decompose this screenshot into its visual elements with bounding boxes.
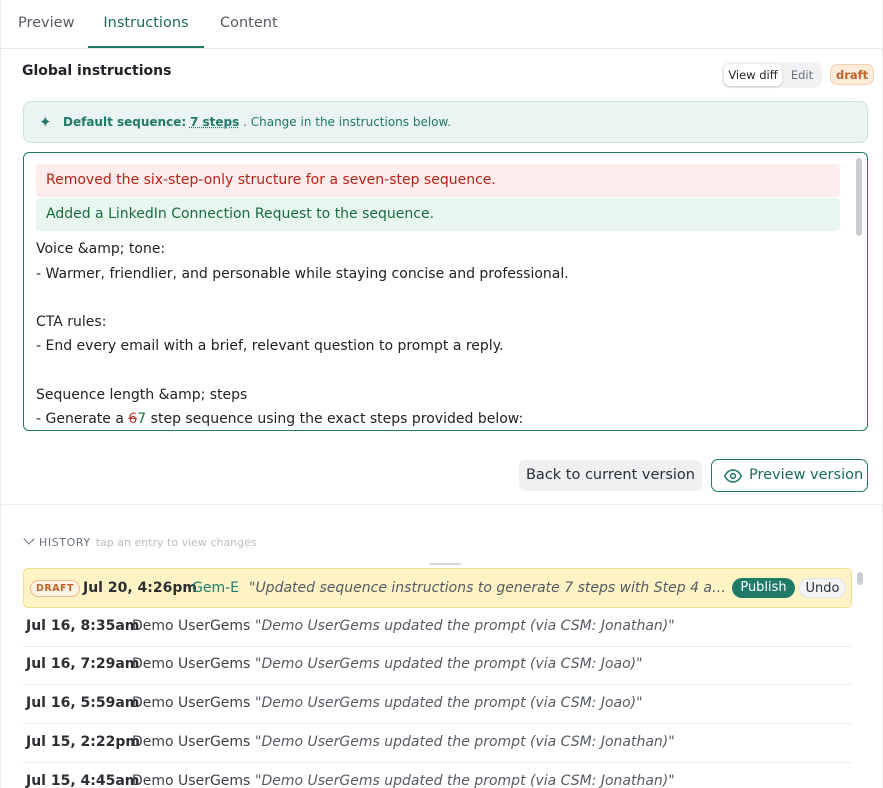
tab-preview[interactable]: Preview: [18, 0, 74, 48]
back-to-current-button[interactable]: Back to current version: [519, 460, 702, 491]
section-title: Global instructions: [22, 63, 172, 79]
history-message: "Demo UserGems updated the prompt (via C…: [255, 656, 643, 672]
history-time: Jul 15, 4:45am: [26, 773, 140, 788]
instructions-panel: Preview Instructions Content Global inst…: [0, 0, 883, 788]
tab-content[interactable]: Content: [220, 0, 278, 48]
editor-line: - Warmer, friendlier, and personable whi…: [36, 266, 569, 282]
history-time: Jul 16, 5:59am: [26, 695, 140, 711]
editor-line: - End every email with a brief, relevant…: [36, 338, 504, 354]
history-author: Demo UserGems: [132, 773, 251, 788]
history-hint: tap an entry to view changes: [95, 536, 257, 549]
steps-link[interactable]: 7 steps: [190, 115, 239, 129]
status-badge: draft: [830, 64, 875, 85]
editor-line: Sequence length &amp; steps: [36, 387, 248, 403]
history-title: HISTORY: [39, 536, 91, 549]
banner-text: Default sequence: 7 steps . Change in th…: [63, 115, 451, 129]
editor-scrollbar[interactable]: [856, 158, 862, 236]
history-time: Jul 15, 2:22pm: [26, 734, 140, 750]
removed-text: 6: [128, 411, 138, 427]
history-author: Demo UserGems: [132, 618, 251, 634]
diff-removed-summary: Removed the six-step-only structure for …: [36, 164, 840, 197]
view-diff-button[interactable]: View diff: [724, 64, 782, 86]
banner-prefix: Default sequence:: [63, 115, 187, 129]
history-author: Gem-E: [192, 580, 239, 596]
history-row[interactable]: Jul 15, 2:22pm Demo UserGems "Demo UserG…: [23, 724, 851, 763]
undo-button[interactable]: Undo: [799, 578, 846, 598]
diff-added-summary: Added a LinkedIn Connection Request to t…: [36, 198, 840, 231]
preview-version-label: Preview version: [749, 467, 864, 483]
banner-separator: .: [243, 115, 247, 129]
divider: [1, 504, 882, 505]
preview-version-button[interactable]: Preview version: [711, 459, 868, 492]
eye-icon: [724, 469, 742, 483]
instructions-editor[interactable]: Removed the six-step-only structure for …: [23, 152, 868, 431]
history-scrollbar[interactable]: [857, 572, 863, 585]
history-row[interactable]: Jul 16, 5:59am Demo UserGems "Demo UserG…: [23, 685, 851, 724]
drag-handle[interactable]: [429, 563, 461, 565]
history-time: Jul 16, 7:29am: [26, 656, 140, 672]
history-author: Demo UserGems: [132, 734, 251, 750]
line-prefix: - Generate a: [36, 411, 129, 427]
draft-tag: DRAFT: [30, 580, 81, 597]
history-draft-row[interactable]: DRAFT Jul 20, 4:26pm Gem-E "Updated sequ…: [23, 568, 852, 608]
editor-line-diff: - Generate a 67 step sequence using the …: [36, 411, 523, 427]
publish-button[interactable]: Publish: [732, 578, 795, 598]
editor-line: CTA rules:: [36, 314, 107, 330]
banner-suffix: Change in the instructions below.: [250, 115, 452, 129]
history-toggle[interactable]: HISTORY tap an entry to view changes: [23, 533, 257, 549]
tab-bar: Preview Instructions Content: [1, 0, 882, 49]
sparkle-icon: ✦: [39, 113, 52, 131]
history-row[interactable]: Jul 16, 7:29am Demo UserGems "Demo UserG…: [23, 646, 851, 685]
history-author: Demo UserGems: [132, 656, 251, 672]
history-row[interactable]: Jul 15, 4:45am Demo UserGems "Demo UserG…: [23, 763, 851, 788]
chevron-down-icon: [23, 533, 35, 545]
history-message: "Demo UserGems updated the prompt (via C…: [255, 618, 675, 634]
view-mode-toggle: View diff Edit: [722, 62, 822, 88]
tab-instructions[interactable]: Instructions: [88, 0, 204, 48]
history-message: "Updated sequence instructions to genera…: [249, 580, 727, 596]
history-message: "Demo UserGems updated the prompt (via C…: [255, 773, 675, 788]
line-suffix: step sequence using the exact steps prov…: [146, 411, 524, 427]
history-message: "Demo UserGems updated the prompt (via C…: [255, 695, 643, 711]
edit-button[interactable]: Edit: [784, 64, 820, 86]
editor-line: Voice &amp; tone:: [36, 241, 166, 257]
history-author: Demo UserGems: [132, 695, 251, 711]
inserted-text: 7: [137, 411, 147, 427]
default-sequence-banner: ✦ Default sequence: 7 steps . Change in …: [23, 101, 868, 143]
history-time: Jul 16, 8:35am: [26, 618, 140, 634]
history-time: Jul 20, 4:26pm: [83, 580, 197, 596]
history-message: "Demo UserGems updated the prompt (via C…: [255, 734, 675, 750]
history-row[interactable]: Jul 16, 8:35am Demo UserGems "Demo UserG…: [23, 608, 851, 647]
